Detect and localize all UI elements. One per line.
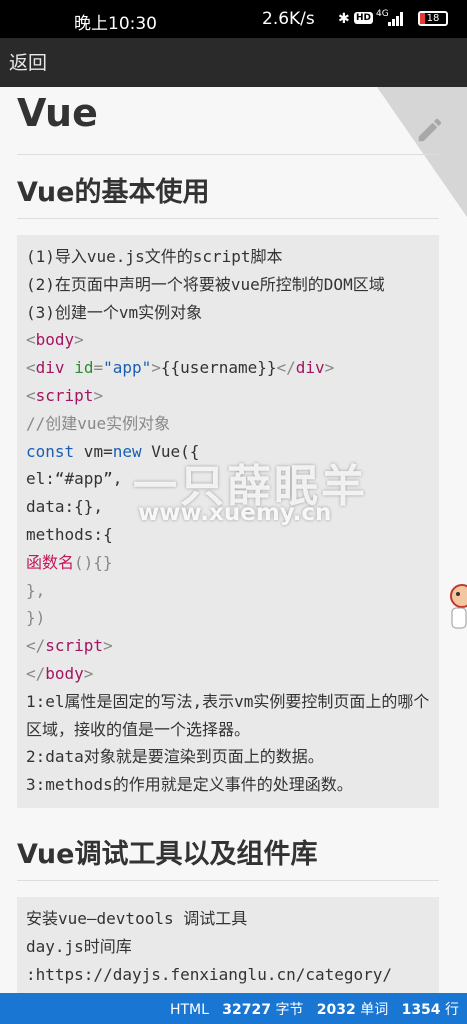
- watermark-url: www.xuemy.cn: [138, 500, 332, 526]
- article-content[interactable]: Vue Vue的基本使用 (1)导入vue.js文件的script脚本 (2)在…: [0, 87, 467, 993]
- code-line: day.js时间库: [26, 936, 132, 956]
- code-line: <div id="app">{{username}}</div>: [26, 358, 335, 378]
- code-line: 2:data对象就是要渲染到页面上的数据。: [26, 747, 324, 767]
- line-count: 1354: [401, 1002, 441, 1018]
- code-line: :https://dayjs.fenxianglu.cn/category/: [26, 964, 393, 984]
- line-unit: 行: [445, 1002, 459, 1018]
- code-line: 3:methods的作用就是定义事件的处理函数。: [26, 775, 353, 795]
- hd-badge: HD: [354, 12, 374, 24]
- section-heading-basic: Vue的基本使用: [17, 177, 210, 208]
- word-count: 2032: [316, 1002, 356, 1018]
- app-bar: 返回: [0, 38, 467, 87]
- byte-count: 32727: [222, 1002, 271, 1018]
- page-fold: [377, 87, 467, 217]
- code-line: }): [26, 608, 46, 628]
- byte-unit: 字节: [275, 1002, 304, 1018]
- code-line: (2)在页面中声明一个将要被vue所控制的DOM区域: [26, 274, 385, 294]
- code-comment: //创建vue实例对象: [26, 413, 171, 433]
- section-heading-devtools: Vue调试工具以及组件库: [17, 839, 318, 870]
- code-line: 1:el属性是固定的写法,表示vm实例要控制页面上的哪个区域，接收的值是一个选择…: [26, 691, 430, 739]
- doc-stats: HTML 32727 字节 2032 单词 1354 行: [170, 999, 459, 1019]
- network-speed: 2.6K/s: [262, 9, 315, 29]
- doc-language: HTML: [169, 1002, 209, 1018]
- floating-mascot-icon[interactable]: [448, 578, 467, 634]
- code-line: 函数名(){}: [26, 552, 113, 572]
- battery-fill: [420, 13, 425, 24]
- back-button[interactable]: 返回: [9, 48, 47, 75]
- document-stats-bar: HTML 32727 字节 2032 单词 1354 行: [0, 993, 467, 1024]
- code-line: (1)导入vue.js文件的script脚本: [26, 247, 283, 266]
- status-bar: 晚上10:30 2.6K/s ✱ HD 4G 18: [0, 0, 467, 38]
- code-line: },: [26, 580, 46, 600]
- page-title: Vue: [17, 91, 98, 135]
- code-line: </script>: [26, 636, 113, 656]
- word-unit: 单词: [360, 1002, 389, 1018]
- status-icons: ✱ HD 4G 18: [338, 9, 456, 29]
- status-time: 晚上10:30: [74, 14, 157, 34]
- code-line: </body>: [26, 663, 94, 683]
- pencil-icon[interactable]: [415, 115, 445, 145]
- divider: [17, 880, 439, 881]
- battery-level: 18: [426, 13, 440, 24]
- code-line: <script>: [26, 385, 104, 405]
- battery-icon: 18: [418, 11, 448, 26]
- divider: [17, 218, 439, 219]
- code-line: (3)创建一个vm实例对象: [26, 302, 203, 322]
- signal-label: 4G: [376, 9, 389, 19]
- bluetooth-icon: ✱: [338, 11, 350, 27]
- code-block-devtools: 安装vue—devtools 调试工具 day.js时间库 :https://d…: [17, 897, 439, 993]
- code-line: <body>: [26, 330, 84, 350]
- code-line: 安装vue—devtools 调试工具: [26, 909, 248, 928]
- divider: [17, 154, 439, 155]
- signal-bars-icon: [388, 12, 406, 26]
